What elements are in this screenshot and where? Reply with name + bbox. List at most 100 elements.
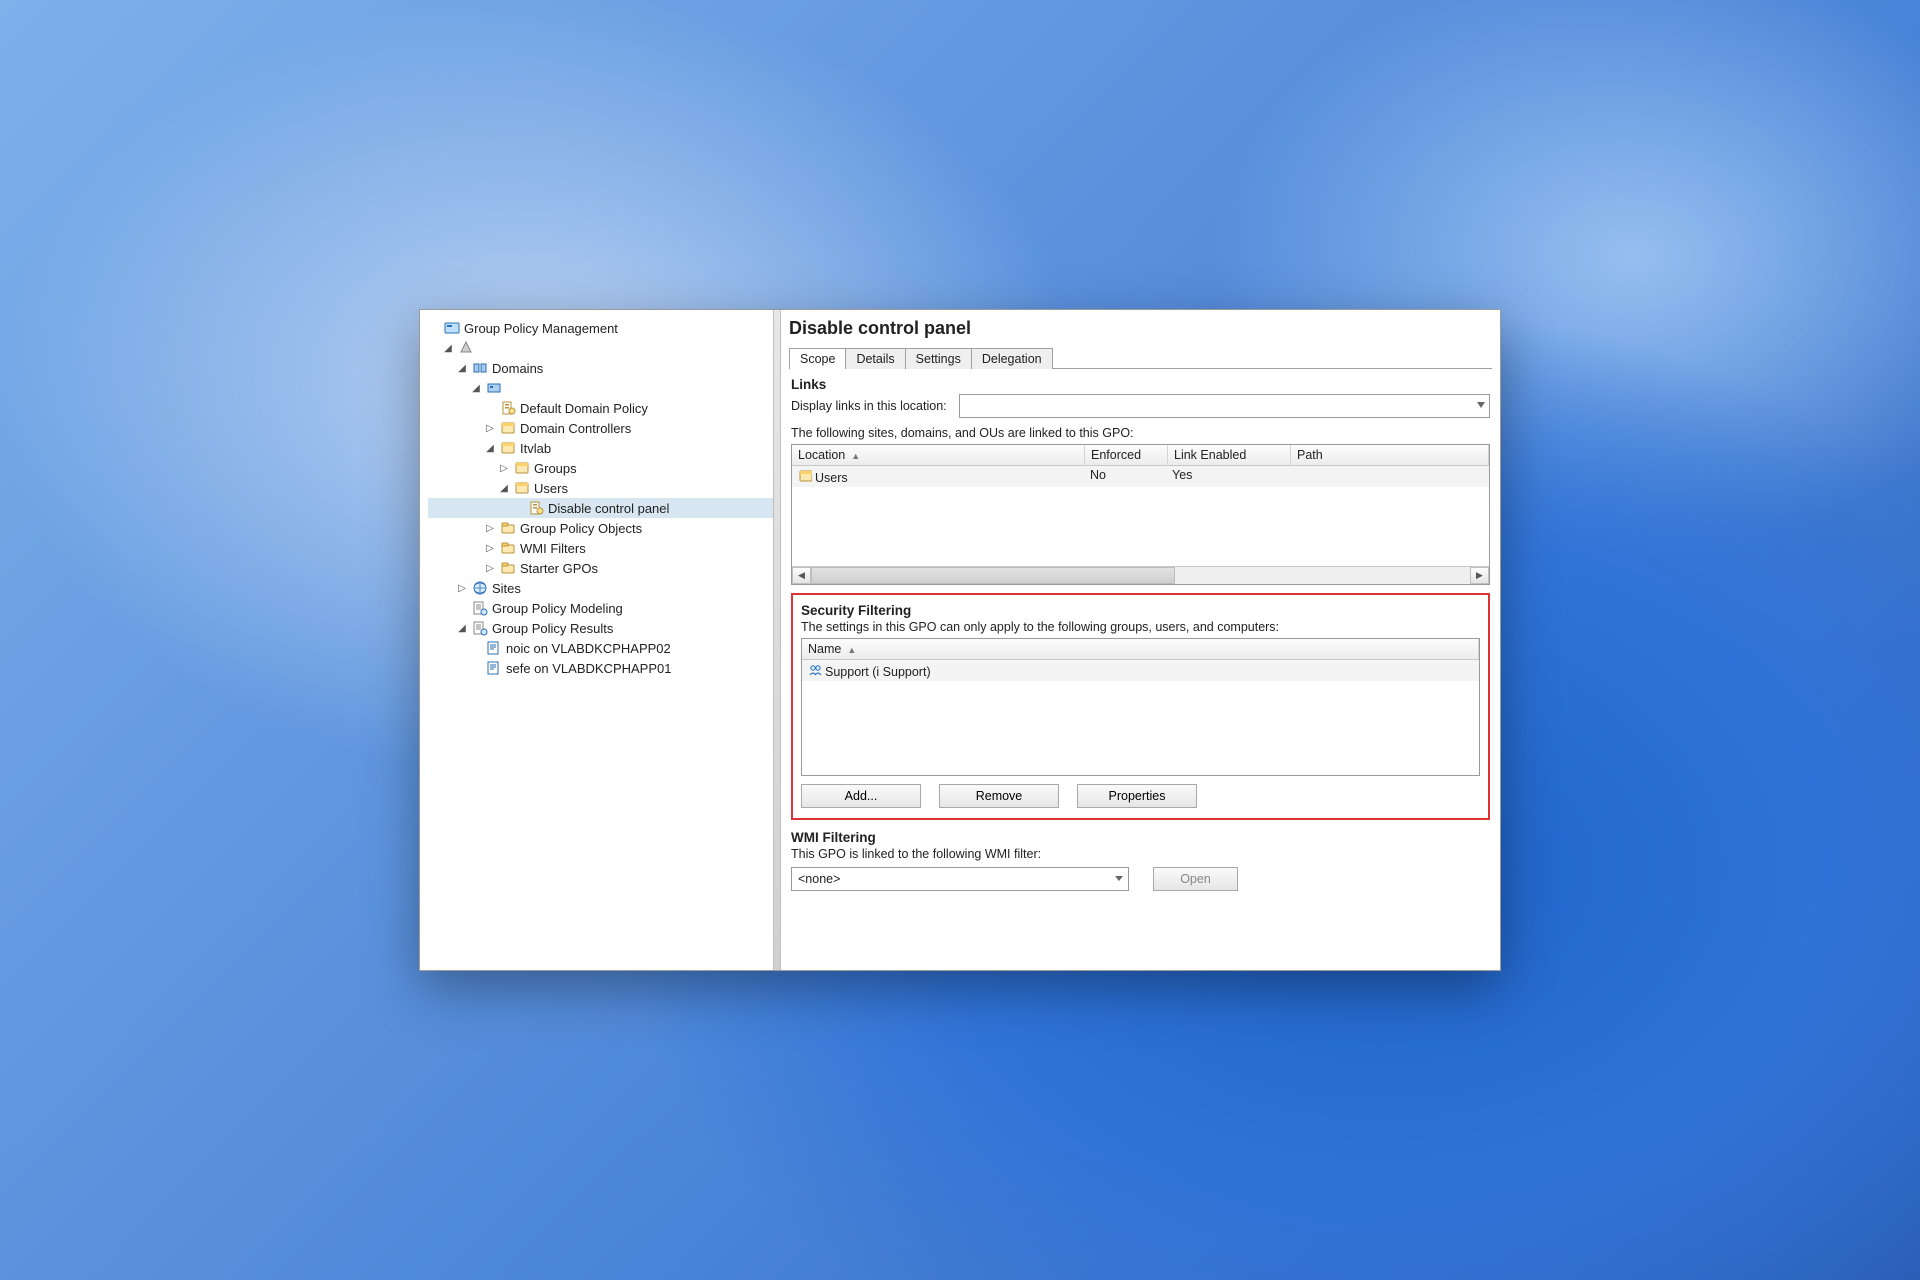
scroll-left-icon[interactable]: ◀ xyxy=(792,567,811,584)
folder-icon xyxy=(500,520,516,536)
tree-label: Disable control panel xyxy=(548,501,675,516)
tree-domain[interactable]: ◢ xyxy=(428,378,773,398)
tree-default-domain-policy[interactable]: ▶ Default Domain Policy xyxy=(428,398,773,418)
tree-pane: ▶ Group Policy Management ◢ ◢ Domains ◢ … xyxy=(420,310,773,970)
tree-domains[interactable]: ◢ Domains xyxy=(428,358,773,378)
tree-label: Starter GPOs xyxy=(520,561,604,576)
collapse-icon[interactable]: ◢ xyxy=(484,443,496,454)
expand-icon[interactable]: ▷ xyxy=(484,423,496,434)
col-enforced[interactable]: Enforced xyxy=(1085,445,1168,465)
collapse-icon[interactable]: ◢ xyxy=(456,623,468,634)
expand-icon[interactable]: ▷ xyxy=(484,523,496,534)
sites-icon xyxy=(472,580,488,596)
security-hint: The settings in this GPO can only apply … xyxy=(801,620,1480,634)
col-link-enabled[interactable]: Link Enabled xyxy=(1168,445,1291,465)
col-path[interactable]: Path xyxy=(1291,445,1489,465)
ou-icon xyxy=(514,480,530,496)
collapse-icon[interactable]: ◢ xyxy=(456,363,468,374)
tree-label: Users xyxy=(534,481,574,496)
remove-button[interactable]: Remove xyxy=(939,784,1059,808)
security-buttons: Add... Remove Properties xyxy=(801,784,1480,808)
tree-result-1[interactable]: ▶ noic on VLABDKCPHAPP02 xyxy=(428,638,773,658)
security-cell-name: Support (i Support) xyxy=(802,660,1479,681)
tab-delegation[interactable]: Delegation xyxy=(971,348,1053,369)
security-row[interactable]: Support (i Support) xyxy=(802,660,1479,681)
tree-gpo[interactable]: ▷ Group Policy Objects xyxy=(428,518,773,538)
links-cell-location-text: Users xyxy=(815,471,848,485)
tree-forest[interactable]: ◢ xyxy=(428,338,773,358)
tree-result-2[interactable]: ▶ sefe on VLABDKCPHAPP01 xyxy=(428,658,773,678)
tree-wmi[interactable]: ▷ WMI Filters xyxy=(428,538,773,558)
links-title: Links xyxy=(791,377,1490,392)
domain-icon xyxy=(486,380,502,396)
ou-icon xyxy=(500,420,516,436)
tab-details[interactable]: Details xyxy=(845,348,905,369)
tree-label: Group Policy Results xyxy=(492,621,619,636)
links-hscroll[interactable]: ◀ ▶ xyxy=(792,566,1489,584)
tree-sites[interactable]: ▷ Sites xyxy=(428,578,773,598)
security-title: Security Filtering xyxy=(801,603,1480,618)
links-location-combo[interactable] xyxy=(959,394,1490,418)
scroll-thumb[interactable] xyxy=(811,567,1175,584)
tree-groups[interactable]: ▷ Groups xyxy=(428,458,773,478)
expand-icon[interactable]: ▷ xyxy=(456,583,468,594)
expand-icon[interactable]: ▷ xyxy=(484,563,496,574)
tree-label: Group Policy Modeling xyxy=(492,601,629,616)
expand-icon[interactable]: ▷ xyxy=(498,463,510,474)
properties-button[interactable]: Properties xyxy=(1077,784,1197,808)
links-listview[interactable]: Location Enforced Link Enabled Path User… xyxy=(791,444,1490,585)
folder-icon xyxy=(500,560,516,576)
links-hint: The following sites, domains, and OUs ar… xyxy=(791,426,1490,440)
tree-label: Group Policy Management xyxy=(464,321,624,336)
collapse-icon[interactable]: ◢ xyxy=(470,383,482,394)
tree-label: Groups xyxy=(534,461,583,476)
tree[interactable]: ▶ Group Policy Management ◢ ◢ Domains ◢ … xyxy=(428,318,773,678)
tab-settings[interactable]: Settings xyxy=(905,348,972,369)
tree-users[interactable]: ◢ Users xyxy=(428,478,773,498)
detail-title: Disable control panel xyxy=(781,310,1500,343)
links-section: Links Display links in this location: Th… xyxy=(791,375,1490,585)
scroll-right-icon[interactable]: ▶ xyxy=(1470,567,1489,584)
scroll-track[interactable] xyxy=(811,567,1470,584)
policy-link-icon xyxy=(528,500,544,516)
links-display-label: Display links in this location: xyxy=(791,399,947,413)
ou-icon xyxy=(514,460,530,476)
tree-disable-control-panel[interactable]: ▶ Disable control panel xyxy=(428,498,773,518)
splitter[interactable] xyxy=(773,310,781,970)
tree-itvlab[interactable]: ◢ Itvlab xyxy=(428,438,773,458)
links-header: Location Enforced Link Enabled Path xyxy=(792,445,1489,466)
tree-results[interactable]: ◢ Group Policy Results xyxy=(428,618,773,638)
security-cell-name-text: Support (i Support) xyxy=(825,665,931,679)
security-body[interactable]: Support (i Support) xyxy=(802,660,1479,775)
col-name[interactable]: Name xyxy=(802,639,1479,659)
folder-icon xyxy=(500,540,516,556)
ou-icon xyxy=(798,468,812,482)
tree-label: Domains xyxy=(492,361,549,376)
tree-modeling[interactable]: ▶ Group Policy Modeling xyxy=(428,598,773,618)
links-row[interactable]: Users No Yes xyxy=(792,466,1489,487)
links-cell-location: Users xyxy=(792,466,1084,487)
tree-label: Default Domain Policy xyxy=(520,401,654,416)
collapse-icon[interactable]: ◢ xyxy=(442,343,454,354)
tree-label: Group Policy Objects xyxy=(520,521,648,536)
tabstrip: Scope Details Settings Delegation xyxy=(789,343,1492,369)
tree-starter[interactable]: ▷ Starter GPOs xyxy=(428,558,773,578)
tab-scope[interactable]: Scope xyxy=(789,348,846,369)
expand-icon[interactable]: ▷ xyxy=(484,543,496,554)
security-header: Name xyxy=(802,639,1479,660)
ou-icon xyxy=(500,440,516,456)
security-listview[interactable]: Name Support (i Support) xyxy=(801,638,1480,776)
add-button[interactable]: Add... xyxy=(801,784,921,808)
wmi-open-button[interactable]: Open xyxy=(1153,867,1238,891)
console-icon xyxy=(444,320,460,336)
tree-root[interactable]: ▶ Group Policy Management xyxy=(428,318,773,338)
links-body[interactable]: Users No Yes xyxy=(792,466,1489,566)
tree-domain-controllers[interactable]: ▷ Domain Controllers xyxy=(428,418,773,438)
wmi-combo[interactable]: <none> xyxy=(791,867,1129,891)
collapse-icon[interactable]: ◢ xyxy=(498,483,510,494)
result-icon xyxy=(486,640,502,656)
tree-label: Sites xyxy=(492,581,527,596)
links-cell-enabled: Yes xyxy=(1166,466,1288,487)
col-location[interactable]: Location xyxy=(792,445,1085,465)
links-cell-enforced: No xyxy=(1084,466,1166,487)
